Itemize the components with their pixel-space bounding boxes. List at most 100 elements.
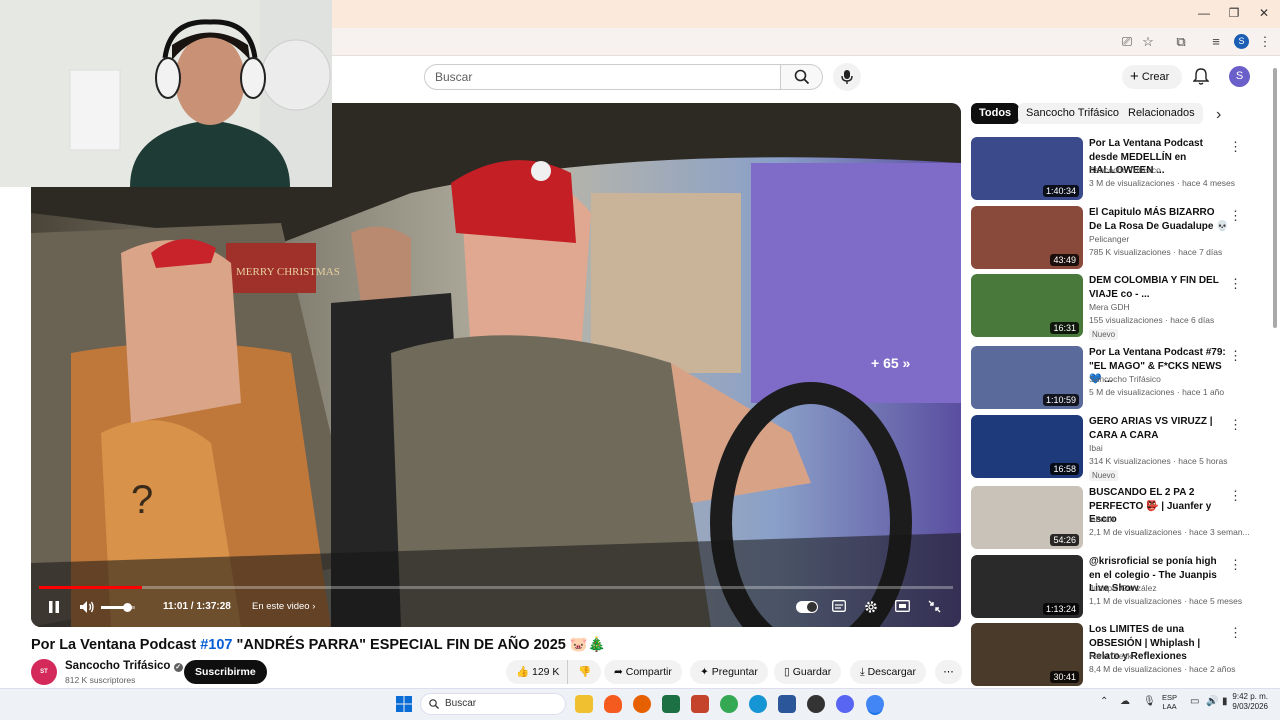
- more-vertical-icon[interactable]: ⋮: [1229, 417, 1242, 433]
- chip-channel[interactable]: Sancocho Trifásico: [1018, 103, 1127, 124]
- file-explorer-icon[interactable]: [575, 695, 593, 713]
- word-icon[interactable]: [778, 695, 796, 713]
- obs-icon[interactable]: [807, 695, 825, 713]
- notifications-bell-icon[interactable]: [1193, 68, 1209, 86]
- chip-all[interactable]: Todos: [971, 103, 1020, 124]
- bookmark-star-icon[interactable]: ☆: [1139, 33, 1157, 51]
- media-queue-icon[interactable]: ≡: [1207, 33, 1225, 51]
- extensions-icon[interactable]: ⧉: [1172, 33, 1190, 51]
- speaker-icon[interactable]: 🔊: [1206, 696, 1218, 707]
- progress-bar[interactable]: [39, 586, 953, 589]
- recommendation-channel[interactable]: Pelicanger: [1089, 234, 1129, 244]
- recommendation-item[interactable]: 16:58 GERO ARIAS VS VIRUZZ | CARA A CARA I…: [971, 415, 1266, 481]
- recommendation-thumbnail[interactable]: 1:10:59: [971, 346, 1083, 409]
- video-hashtag-link[interactable]: #107: [200, 637, 232, 653]
- more-vertical-icon[interactable]: ⋮: [1229, 625, 1242, 641]
- clock[interactable]: 9:42 p. m. 9/03/2026: [1230, 692, 1268, 712]
- chip-related[interactable]: Relacionados: [1120, 103, 1203, 124]
- brave-browser-icon[interactable]: [604, 695, 622, 713]
- tray-mic-icon[interactable]: 🎙: [1143, 696, 1156, 707]
- more-actions-button[interactable]: ⋯: [935, 660, 962, 684]
- more-vertical-icon[interactable]: ⋮: [1229, 557, 1242, 573]
- recommendation-channel[interactable]: Sancocho Trifásico: [1089, 165, 1161, 175]
- channel-name-row[interactable]: Sancocho Trifásico ✓: [65, 660, 183, 672]
- share-button[interactable]: ➦ Compartir: [604, 660, 682, 684]
- recommendation-thumbnail[interactable]: 16:31: [971, 274, 1083, 337]
- battery-icon[interactable]: ▮: [1222, 696, 1228, 707]
- recommendation-item[interactable]: 16:31 DEM COLOMBIA Y FIN DEL VIAJE co - .…: [971, 274, 1266, 340]
- recommendation-thumbnail[interactable]: 16:58: [971, 415, 1083, 478]
- recommendation-item[interactable]: 54:26 BUSCANDO EL 2 PA 2 PERFECTO 👺 | Jua…: [971, 486, 1266, 550]
- like-button[interactable]: 👍 129 K: [506, 660, 568, 684]
- search-input[interactable]: Buscar: [424, 64, 781, 90]
- tray-expand-icon[interactable]: ⌃: [1100, 696, 1108, 707]
- theater-mode-icon[interactable]: [895, 600, 910, 612]
- page-scrollbar[interactable]: [1271, 58, 1279, 698]
- edge-icon[interactable]: [749, 695, 767, 713]
- channel-avatar[interactable]: ST: [31, 659, 57, 685]
- recommendation-item[interactable]: 1:40:34 Por La Ventana Podcast desde MEDE…: [971, 137, 1266, 201]
- more-vertical-icon[interactable]: ⋮: [1229, 276, 1242, 292]
- search-button[interactable]: [781, 64, 823, 90]
- powerpoint-icon[interactable]: [691, 695, 709, 713]
- discord-icon[interactable]: [836, 695, 854, 713]
- recommendation-thumbnail[interactable]: 54:26: [971, 486, 1083, 549]
- chrome-active-icon[interactable]: [866, 695, 884, 713]
- channel-name[interactable]: Sancocho Trifásico: [65, 660, 170, 672]
- account-avatar[interactable]: S: [1229, 66, 1250, 87]
- subscribe-button[interactable]: Suscribirme: [184, 660, 267, 684]
- tray-app-icon[interactable]: ☁: [1120, 696, 1130, 707]
- scrollbar-thumb[interactable]: [1273, 68, 1277, 328]
- cast-icon[interactable]: ⎚: [1118, 33, 1136, 51]
- taskbar-search[interactable]: Buscar: [420, 693, 566, 715]
- browser-profile-avatar[interactable]: S: [1234, 34, 1249, 49]
- browser-menu-icon[interactable]: ⋮: [1256, 33, 1274, 51]
- recommendation-item[interactable]: 43:49 El Capitulo MÁS BIZARRO De La Rosa …: [971, 206, 1266, 270]
- create-button[interactable]: + Crear: [1122, 65, 1182, 89]
- recommendation-channel[interactable]: Juanpis González: [1089, 583, 1157, 593]
- recommendation-title[interactable]: DEM COLOMBIA Y FIN DEL VIAJE co - ...: [1089, 274, 1229, 301]
- recommendation-channel[interactable]: Ibai: [1089, 443, 1103, 453]
- pause-icon[interactable]: [47, 600, 61, 614]
- volume-knob[interactable]: [122, 603, 132, 612]
- volume-icon[interactable]: [79, 600, 95, 614]
- firefox-icon[interactable]: [633, 695, 651, 713]
- recommendation-channel[interactable]: lebriah: [1089, 514, 1115, 524]
- recommendation-title[interactable]: GERO ARIAS VS VIRUZZ | CARA A CARA: [1089, 415, 1229, 442]
- save-button[interactable]: ▯ Guardar: [774, 660, 842, 684]
- dislike-button[interactable]: 👎: [567, 660, 602, 684]
- settings-gear-icon[interactable]: [864, 600, 878, 614]
- recommendation-channel[interactable]: Sancocho Trifásico: [1089, 374, 1161, 384]
- minimize-button[interactable]: —: [1194, 4, 1214, 22]
- more-vertical-icon[interactable]: ⋮: [1229, 348, 1242, 364]
- recommendation-item[interactable]: 30:41 Los LIMITES de una OBSESIÓN | Whipl…: [971, 623, 1266, 687]
- fullscreen-exit-icon[interactable]: [928, 600, 941, 613]
- language-indicator[interactable]: ESP LAA: [1162, 693, 1177, 711]
- network-icon[interactable]: ▭: [1190, 696, 1199, 707]
- windows-start-icon[interactable]: [396, 696, 412, 712]
- recommendation-item[interactable]: 1:10:59 Por La Ventana Podcast #79: "EL M…: [971, 346, 1266, 410]
- recommendation-title[interactable]: El Capitulo MÁS BIZARRO De La Rosa De Gu…: [1089, 206, 1229, 233]
- chrome-icon[interactable]: [720, 695, 738, 713]
- more-vertical-icon[interactable]: ⋮: [1229, 208, 1242, 224]
- voice-search-button[interactable]: [833, 63, 861, 91]
- ask-button[interactable]: ✦ Preguntar: [690, 660, 768, 684]
- restore-button[interactable]: ❐: [1224, 4, 1244, 22]
- recommendation-item[interactable]: 1:13:24 @krisroficial se ponía high en el…: [971, 555, 1266, 619]
- volume-slider[interactable]: [101, 603, 135, 612]
- autoplay-toggle[interactable]: [796, 601, 818, 613]
- recommendation-thumbnail[interactable]: 1:40:34: [971, 137, 1083, 200]
- download-button[interactable]: ⤓ Descargar: [850, 660, 927, 684]
- recommendation-channel[interactable]: Mera GDH: [1089, 302, 1130, 312]
- recommendation-thumbnail[interactable]: 43:49: [971, 206, 1083, 269]
- recommendation-thumbnail[interactable]: 1:13:24: [971, 555, 1083, 618]
- close-window-button[interactable]: ✕: [1254, 4, 1274, 22]
- recommendation-channel[interactable]: Farid Dieck: [1089, 651, 1132, 661]
- chevron-right-icon[interactable]: ›: [1216, 106, 1221, 124]
- chapters-button[interactable]: En este video ›: [252, 601, 315, 612]
- more-vertical-icon[interactable]: ⋮: [1229, 488, 1242, 504]
- excel-icon[interactable]: [662, 695, 680, 713]
- more-vertical-icon[interactable]: ⋮: [1229, 139, 1242, 155]
- subtitles-icon[interactable]: [832, 600, 846, 612]
- recommendation-thumbnail[interactable]: 30:41: [971, 623, 1083, 686]
